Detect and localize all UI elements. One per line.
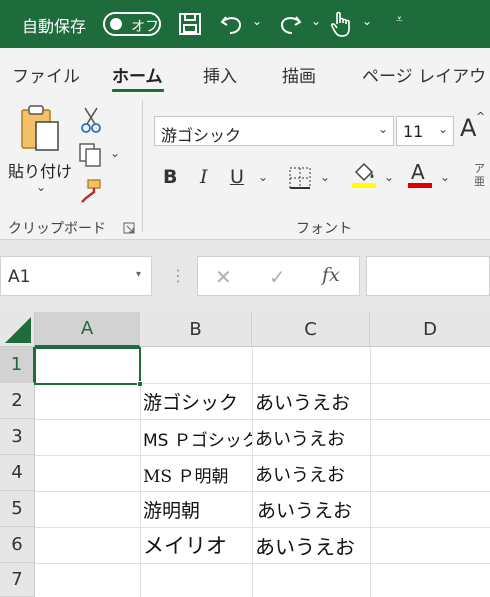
cell-c3[interactable]: あいうえお — [255, 420, 345, 456]
customize-toolbar-icon[interactable]: ⩡ — [396, 12, 403, 27]
borders-icon[interactable] — [288, 166, 312, 190]
paste-button[interactable]: 貼り付け ⌄ — [6, 102, 72, 202]
undo-icon — [220, 16, 242, 34]
insert-function-button[interactable]: fx — [322, 264, 340, 286]
fill-color-dropdown-icon[interactable]: ⌄ — [384, 170, 394, 184]
paste-icon — [21, 105, 59, 151]
row-header-7[interactable]: 7 — [0, 563, 35, 597]
row-header-1[interactable]: 1 — [0, 347, 35, 383]
select-all-triangle-icon — [5, 317, 31, 343]
italic-button[interactable]: I — [200, 166, 208, 188]
undo-button[interactable] — [216, 8, 246, 40]
column-header-b[interactable]: B — [140, 312, 252, 347]
column-header-d[interactable]: D — [370, 312, 490, 347]
row-header-4[interactable]: 4 — [0, 455, 35, 491]
name-box-value: A1 — [8, 267, 31, 287]
clipboard-group-label: クリップボード — [8, 221, 106, 237]
cell-b6[interactable]: メイリオ — [143, 527, 227, 563]
paste-dropdown-icon: ⌄ — [36, 180, 47, 194]
tab-file[interactable]: ファイル — [12, 62, 80, 87]
row-header-3[interactable]: 3 — [0, 419, 35, 455]
active-cell-a1[interactable] — [34, 347, 143, 387]
touch-mode-button[interactable] — [328, 8, 354, 40]
font-group-label: フォント — [296, 221, 352, 237]
copy-icon[interactable] — [78, 142, 104, 168]
formula-input[interactable] — [366, 256, 490, 296]
worksheet-grid[interactable]: A B C D 1 2 3 4 5 6 7 游ゴシック あいうえお MS Ｐゴシ… — [0, 312, 490, 597]
bold-button[interactable]: B — [163, 166, 177, 188]
column-header-c[interactable]: C — [252, 312, 370, 347]
font-size-dropdown-icon[interactable]: ⌄ — [438, 122, 448, 136]
underline-dropdown-icon[interactable]: ⌄ — [258, 170, 268, 184]
autosave-label: 自動保存 — [22, 17, 87, 36]
fill-handle[interactable] — [137, 381, 143, 387]
paste-label: 貼り付け — [8, 162, 73, 181]
gridline — [370, 347, 371, 597]
borders-dropdown-icon[interactable]: ⌄ — [320, 170, 330, 184]
cell-c4[interactable]: あいうえお — [255, 456, 345, 492]
cell-c2[interactable]: あいうえお — [255, 383, 350, 419]
redo-icon — [280, 16, 302, 34]
toggle-knob — [110, 18, 122, 30]
tab-home[interactable]: ホーム — [112, 62, 163, 87]
title-bar: 自動保存 オフ ⌄ ⌄ ⌄ ⩡ — [0, 0, 490, 48]
cut-icon[interactable] — [80, 106, 102, 134]
copy-dropdown-icon[interactable]: ⌄ — [110, 146, 120, 160]
name-box-dropdown-icon[interactable]: ▾ — [136, 269, 141, 280]
redo-dropdown-icon[interactable]: ⌄ — [311, 14, 321, 28]
cell-b5[interactable]: 游明朝 — [143, 491, 200, 527]
font-color-swatch — [408, 183, 432, 188]
touch-mode-icon — [330, 11, 350, 37]
row-header-6[interactable]: 6 — [0, 527, 35, 563]
cell-c6[interactable]: あいうえお — [255, 527, 355, 563]
save-icon — [179, 13, 201, 35]
cell-c5[interactable]: あいうえお — [257, 491, 352, 527]
font-color-dropdown-icon[interactable]: ⌄ — [440, 170, 450, 184]
formula-buttons: ✕ ✓ fx — [197, 256, 360, 296]
font-size-combo[interactable]: 11 ⌄ — [396, 116, 454, 146]
formula-bar-area: A1 ▾ ⋮ ✕ ✓ fx — [0, 240, 490, 312]
gridline — [35, 563, 490, 564]
autosave-state: オフ — [131, 19, 159, 35]
tab-page-layout[interactable]: ページ レイアウト — [362, 62, 490, 87]
name-box[interactable]: A1 ▾ — [0, 256, 152, 296]
fill-color-icon[interactable] — [350, 160, 378, 190]
cell-b3[interactable]: MS Ｐゴシック — [143, 420, 252, 456]
redo-button[interactable] — [276, 8, 306, 40]
format-painter-icon[interactable] — [78, 178, 104, 204]
font-name-value: 游ゴシック — [161, 126, 242, 145]
ribbon-tabs: ファイル ホーム 挿入 描画 ページ レイアウト — [0, 48, 490, 94]
formula-bar-grip-icon[interactable]: ⋮ — [170, 266, 186, 285]
dialog-launcher-icon[interactable] — [123, 222, 135, 234]
autosave-toggle[interactable]: オフ — [103, 12, 161, 36]
touch-dropdown-icon[interactable]: ⌄ — [362, 14, 372, 28]
tab-draw[interactable]: 描画 — [282, 62, 316, 87]
font-color-letter: A — [411, 160, 425, 184]
grow-font-button[interactable]: A — [460, 114, 476, 142]
cancel-button[interactable]: ✕ — [215, 265, 232, 289]
tab-insert[interactable]: 挿入 — [203, 62, 237, 87]
row-header-2[interactable]: 2 — [0, 383, 35, 419]
cell-b4[interactable]: MS Ｐ明朝 — [143, 456, 228, 492]
select-all-button[interactable] — [0, 312, 35, 347]
ribbon-divider — [142, 100, 143, 232]
save-button[interactable] — [176, 8, 204, 40]
ribbon: 貼り付け ⌄ ⌄ クリップボード 游ゴシック ⌄ 11 ⌄ A ^ B I U … — [0, 94, 490, 240]
gridline — [252, 347, 253, 597]
underline-button[interactable]: U — [230, 166, 244, 188]
column-header-a[interactable]: A — [35, 312, 140, 347]
grow-font-arrow-icon: ^ — [476, 110, 486, 123]
font-size-value: 11 — [403, 122, 424, 141]
font-name-combo[interactable]: 游ゴシック ⌄ — [154, 116, 394, 146]
cell-b2[interactable]: 游ゴシック — [143, 383, 238, 419]
enter-button[interactable]: ✓ — [269, 265, 286, 289]
undo-dropdown-icon[interactable]: ⌄ — [252, 14, 262, 28]
phonetic-guide-button[interactable]: ア亜 — [474, 162, 488, 188]
font-color-button[interactable]: A — [406, 160, 434, 190]
row-header-5[interactable]: 5 — [0, 491, 35, 527]
active-tab-indicator — [112, 89, 164, 92]
font-name-dropdown-icon[interactable]: ⌄ — [378, 122, 388, 136]
